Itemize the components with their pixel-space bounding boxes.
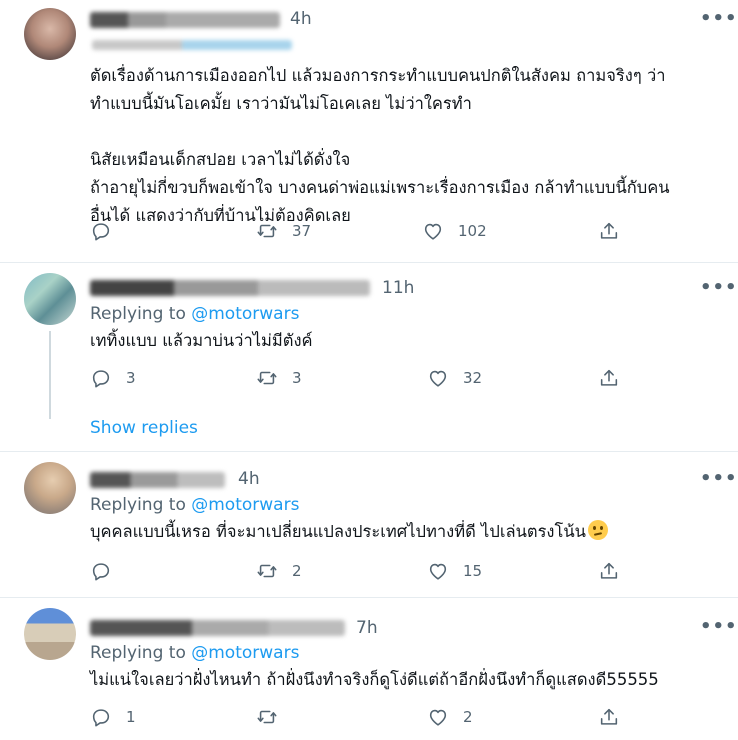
replying-to-handle-link[interactable]: @motorwars — [191, 495, 299, 515]
reply-icon — [92, 563, 110, 581]
share-icon — [600, 562, 618, 579]
show-replies-link[interactable]: Show replies — [90, 418, 198, 438]
rolling-eyes-emoji-icon — [587, 520, 608, 540]
heart-icon — [429, 563, 447, 580]
reply-button[interactable]: 3 — [90, 367, 136, 389]
replying-to: Replying to @motorwars — [90, 643, 299, 663]
more-options-icon[interactable]: ••• — [700, 468, 738, 489]
more-options-icon[interactable]: ••• — [700, 8, 738, 29]
tweet-4[interactable]: 7h ••• Replying to @motorwars ไม่แน่ใจเล… — [0, 598, 738, 740]
retweet-icon — [257, 564, 277, 578]
like-count: 15 — [463, 562, 483, 580]
heart-icon — [429, 370, 447, 387]
reply-button[interactable]: 1 — [90, 706, 136, 728]
reply-icon — [92, 223, 110, 241]
replying-to-label: Replying to — [90, 495, 186, 515]
reply-button[interactable] — [90, 220, 126, 242]
avatar[interactable] — [24, 462, 76, 514]
retweet-button[interactable] — [256, 706, 292, 728]
reply-icon — [92, 709, 110, 727]
tweet-3[interactable]: 4h ••• Replying to @motorwars บุคคลแบบนี… — [0, 452, 738, 597]
retweet-button[interactable]: 2 — [256, 560, 302, 582]
share-icon — [600, 369, 618, 386]
replying-to-label: Replying to — [90, 304, 186, 324]
replying-to-label: Replying to — [90, 643, 186, 663]
heart-icon — [429, 709, 447, 726]
reply-icon — [92, 370, 110, 388]
replying-to: Replying to @motorwars — [90, 304, 299, 324]
reply-count: 3 — [126, 369, 136, 387]
heart-icon — [424, 223, 442, 240]
more-options-icon[interactable]: ••• — [700, 616, 738, 637]
retweet-icon — [257, 371, 277, 385]
tweet-time[interactable]: 7h — [356, 618, 378, 638]
display-name-redacted — [90, 620, 345, 636]
replying-to-handle-link[interactable]: @motorwars — [191, 643, 299, 663]
share-button[interactable] — [598, 560, 620, 582]
retweet-button[interactable]: 37 — [256, 220, 311, 242]
reply-count: 1 — [126, 708, 136, 726]
like-count: 32 — [463, 369, 483, 387]
display-name-redacted — [90, 472, 225, 488]
tweet-actions: 3 3 32 — [0, 367, 738, 393]
like-count: 102 — [458, 222, 487, 240]
tweet-time[interactable]: 4h — [238, 469, 260, 489]
retweet-icon — [257, 224, 277, 238]
tweet-text-line: บุคคลแบบนี้เหรอ ที่จะมาเปลี่ยนแปลงประเทศ… — [90, 518, 730, 546]
share-icon — [600, 222, 618, 239]
avatar[interactable] — [24, 8, 76, 60]
tweet-actions: 2 15 — [0, 560, 738, 586]
tweet-actions: 37 102 — [0, 220, 738, 246]
tweet-text: เททิ้งแบบ แล้วมาบ่นว่าไม่มีตังค์ — [90, 331, 313, 350]
tweet-actions: 1 2 — [0, 706, 738, 732]
avatar[interactable] — [24, 608, 76, 660]
display-name-redacted — [90, 12, 280, 28]
like-button[interactable]: 15 — [427, 560, 482, 582]
retweet-count: 37 — [292, 222, 312, 240]
like-button[interactable]: 102 — [422, 220, 487, 242]
tweet-text: ไม่แน่ใจเลยว่าฝั่งไหนทำ ถ้าฝั่งนึงทำจริง… — [90, 670, 659, 689]
more-options-icon[interactable]: ••• — [700, 277, 738, 298]
tweet-2[interactable]: 11h ••• Replying to @motorwars เททิ้งแบบ… — [0, 263, 738, 451]
replying-to: Replying to @motorwars — [90, 495, 299, 515]
handle-redacted — [92, 40, 292, 50]
reply-button[interactable] — [90, 560, 126, 582]
display-name-redacted — [90, 280, 370, 296]
retweet-button[interactable]: 3 — [256, 367, 302, 389]
like-button[interactable]: 2 — [427, 706, 473, 728]
like-button[interactable]: 32 — [427, 367, 482, 389]
tweet-text: บุคคลแบบนี้เหรอ ที่จะมาเปลี่ยนแปลงประเทศ… — [90, 522, 586, 541]
share-button[interactable] — [598, 367, 620, 389]
tweet-1[interactable]: 4h ••• ตัดเรื่องด้านการเมืองออกไป แล้วมอ… — [0, 0, 738, 262]
share-button[interactable] — [598, 220, 620, 242]
like-count: 2 — [463, 708, 473, 726]
tweet-time[interactable]: 4h — [290, 9, 312, 29]
retweet-count: 2 — [292, 562, 302, 580]
retweet-count: 3 — [292, 369, 302, 387]
tweet-time[interactable]: 11h — [382, 278, 414, 298]
tweet-text: ตัดเรื่องด้านการเมืองออกไป แล้วมองการกระ… — [90, 66, 670, 225]
replying-to-handle-link[interactable]: @motorwars — [191, 304, 299, 324]
retweet-icon — [257, 710, 277, 724]
avatar[interactable] — [24, 273, 76, 325]
share-button[interactable] — [598, 706, 620, 728]
share-icon — [600, 708, 618, 725]
